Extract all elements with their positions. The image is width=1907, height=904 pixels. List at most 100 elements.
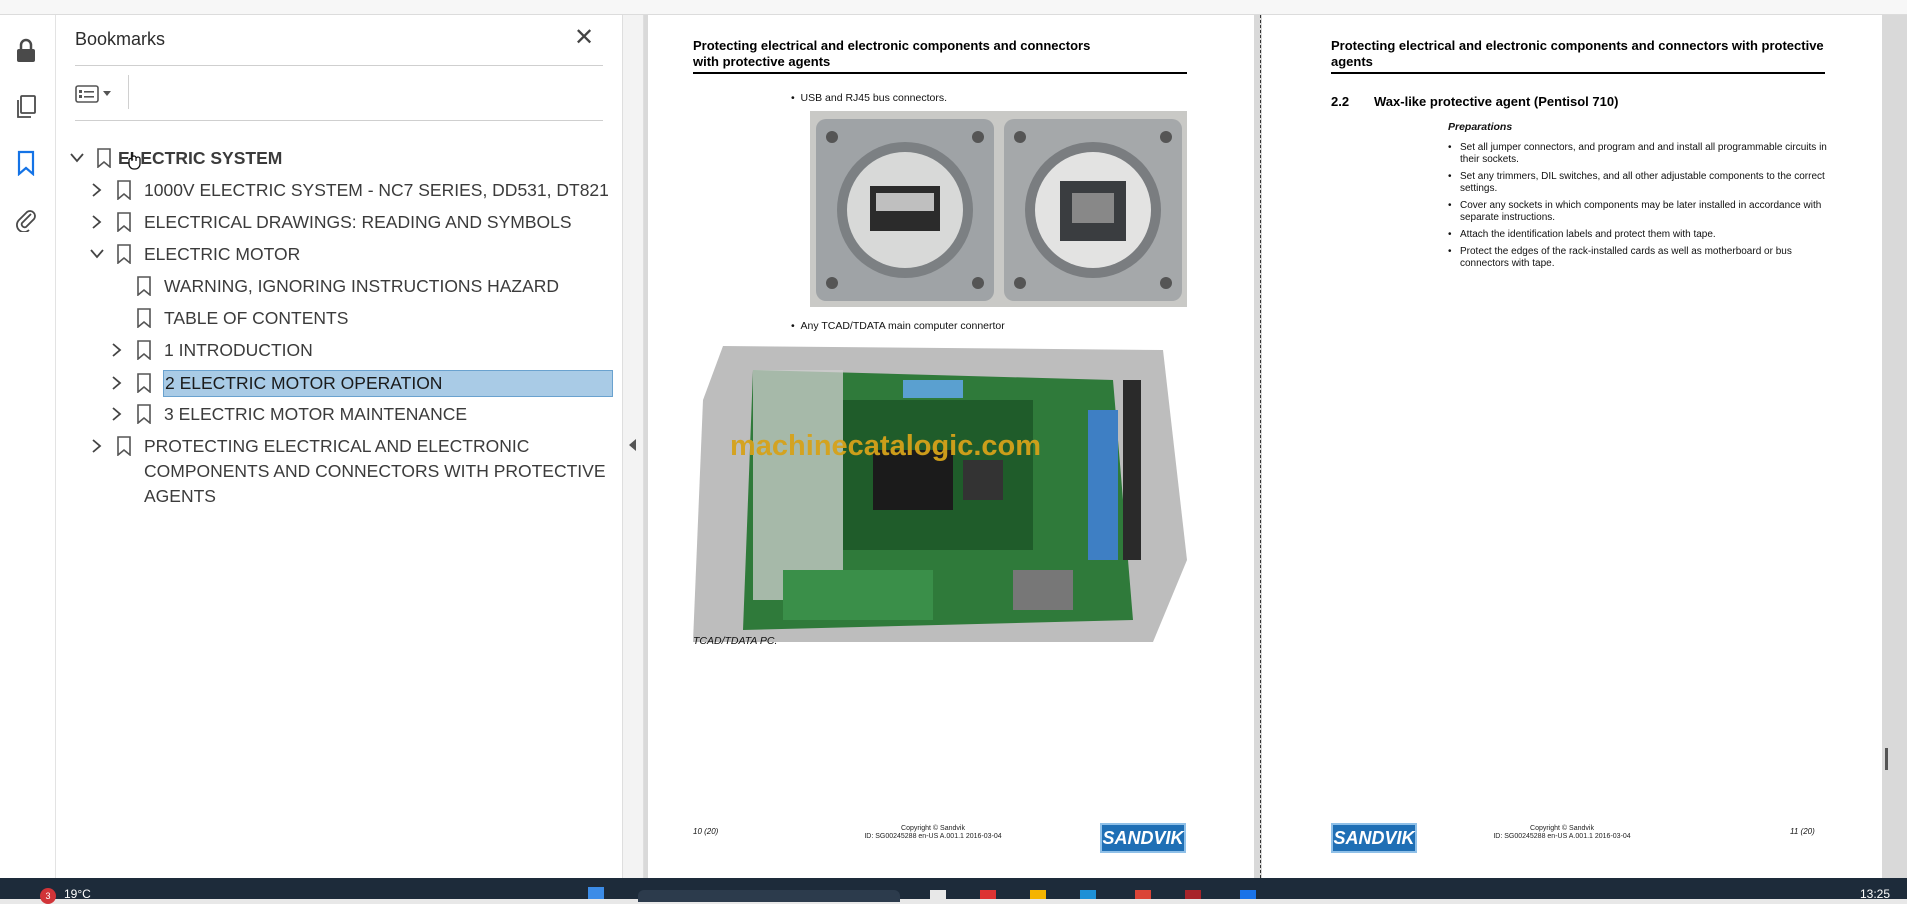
footer-copyright: Copyright © Sandvik ID: SG00245288 en-US…	[1452, 825, 1672, 841]
chevron-right-icon[interactable]	[108, 374, 126, 392]
search-box[interactable]	[638, 890, 900, 902]
chevron-right-icon[interactable]	[88, 213, 106, 231]
app-icon[interactable]	[1135, 890, 1151, 899]
bookmark-item[interactable]: 1 INTRODUCTION	[56, 337, 622, 363]
bookmark-label: 1000V ELECTRIC SYSTEM - NC7 SERIES, DD53…	[144, 180, 609, 200]
footer-copyright: Copyright © Sandvik ID: SG00245288 en-US…	[823, 825, 1043, 841]
bookmark-item[interactable]: TABLE OF CONTENTS	[56, 305, 622, 331]
caret-down-icon	[103, 91, 111, 96]
copyright-text: Copyright © Sandvik	[901, 825, 965, 832]
bookmark-icon	[137, 276, 151, 296]
bookmark-icon	[117, 180, 131, 200]
section-title: Wax-like protective agent (Pentisol 710)	[1374, 94, 1619, 109]
page-number: 11 (20)	[1790, 827, 1815, 836]
page-header: Protecting electrical and electronic com…	[693, 38, 1091, 69]
section-number: 2.2	[1331, 94, 1350, 109]
chevron-down-icon[interactable]	[68, 149, 86, 167]
list-item: Set any trimmers, DIL switches, and all …	[1448, 171, 1830, 195]
header-rule	[1331, 72, 1825, 74]
bookmark-panel-icon[interactable]	[12, 149, 40, 177]
left-tool-rail	[0, 15, 56, 878]
bookmark-label: 1 INTRODUCTION	[164, 340, 313, 360]
app-icon[interactable]	[1185, 890, 1201, 899]
doc-id-text: ID: SG00245288 en-US A.001.1 2016-03-04	[1493, 833, 1631, 840]
notification-badge[interactable]: 3	[40, 888, 56, 904]
bookmark-label: TABLE OF CONTENTS	[164, 308, 349, 328]
list-options-icon	[75, 85, 99, 103]
panel-title: Bookmarks	[75, 29, 166, 49]
chevron-right-icon[interactable]	[108, 341, 126, 359]
bookmark-item[interactable]: ELECTRIC MOTOR	[56, 241, 622, 267]
app-icon[interactable]	[1030, 890, 1046, 899]
sandvik-logo: SANDVIK	[1331, 823, 1417, 853]
bookmarks-panel: Bookmarks ✕ ELECTRIC SYSTEM 1000V ELECTR…	[56, 15, 622, 878]
list-item: Set all jumper connectors, and program a…	[1448, 142, 1830, 166]
bookmark-label: WARNING, IGNORING INSTRUCTIONS HAZARD	[164, 276, 560, 296]
figure-caption: TCAD/TDATA PC.	[693, 635, 778, 647]
lock-icon[interactable]	[12, 37, 40, 65]
bookmark-icon	[137, 404, 151, 424]
page-divider	[1260, 15, 1261, 878]
chevron-right-icon[interactable]	[88, 437, 106, 455]
close-panel-button[interactable]: ✕	[571, 25, 597, 51]
bookmark-label: ELECTRIC MOTOR	[144, 244, 301, 264]
collapse-arrow-icon[interactable]	[629, 439, 636, 451]
connector-photo	[810, 111, 1187, 307]
bookmark-item-selected[interactable]: 2 ELECTRIC MOTOR OPERATION	[56, 369, 622, 397]
list-item: Attach the identification labels and pro…	[1448, 229, 1830, 241]
attachment-icon[interactable]	[12, 205, 40, 233]
preparation-list: Set all jumper connectors, and program a…	[1448, 142, 1830, 275]
bookmark-options-button[interactable]	[75, 79, 123, 109]
divider	[75, 65, 603, 66]
chevron-down-icon[interactable]	[88, 245, 106, 263]
bookmark-item[interactable]: ELECTRICAL DRAWINGS: READING AND SYMBOLS	[56, 209, 622, 235]
page-number: 10 (20)	[693, 827, 719, 836]
bookmark-icon	[117, 244, 131, 264]
bookmark-icon	[97, 148, 111, 168]
pages-icon[interactable]	[12, 93, 40, 121]
hand-cursor-icon	[128, 152, 141, 170]
bookmark-icon	[117, 436, 131, 456]
top-toolbar-strip	[0, 0, 1907, 15]
bookmark-label-line2: COMPONENTS AND CONNECTORS WITH PROTECTIV…	[144, 461, 606, 481]
bookmark-icon	[117, 212, 131, 232]
bullet-usb: • USB and RJ45 bus connectors.	[791, 92, 948, 104]
bookmark-label: ELECTRICAL DRAWINGS: READING AND SYMBOLS	[144, 212, 572, 232]
chevron-right-icon[interactable]	[108, 405, 126, 423]
bookmark-item[interactable]: WARNING, IGNORING INSTRUCTIONS HAZARD	[56, 273, 622, 299]
bookmark-label-line3: AGENTS	[144, 486, 216, 506]
page-left: Protecting electrical and electronic com…	[648, 15, 1254, 878]
app-icon[interactable]	[1080, 890, 1096, 899]
doc-id-text: ID: SG00245288 en-US A.001.1 2016-03-04	[864, 833, 1002, 840]
bookmark-item[interactable]: 3 ELECTRIC MOTOR MAINTENANCE	[56, 401, 622, 427]
bookmark-icon	[137, 373, 151, 393]
bookmark-item[interactable]: 1000V ELECTRIC SYSTEM - NC7 SERIES, DD53…	[56, 177, 622, 203]
bookmark-item[interactable]: PROTECTING ELECTRICAL AND ELECTRONIC COM…	[56, 433, 622, 506]
list-item: Protect the edges of the rack-installed …	[1448, 246, 1830, 270]
scrollbar-thumb[interactable]	[1885, 748, 1888, 770]
subheading: Preparations	[1448, 121, 1513, 133]
board-photo	[693, 340, 1187, 642]
bookmark-icon	[137, 340, 151, 360]
panel-splitter[interactable]	[622, 15, 644, 878]
divider	[75, 120, 603, 121]
taskbar: 3 19°C 13:25	[0, 878, 1907, 904]
page-header: Protecting electrical and electronic com…	[1331, 38, 1824, 69]
bookmark-label: 2 ELECTRIC MOTOR OPERATION	[163, 370, 613, 397]
bullet-tcad: • Any TCAD/TDATA main computer connertor	[791, 320, 1005, 332]
page-right: Protecting electrical and electronic com…	[1262, 15, 1882, 878]
bookmark-label: PROTECTING ELECTRICAL AND ELECTRONIC	[144, 436, 530, 456]
watermark: machinecatalogic.com	[730, 430, 1042, 462]
start-icon[interactable]	[588, 887, 604, 899]
list-item: Cover any sockets in which components ma…	[1448, 200, 1830, 224]
app-icon[interactable]	[1240, 890, 1256, 899]
document-viewer[interactable]: Protecting electrical and electronic com…	[644, 15, 1907, 878]
chevron-right-icon[interactable]	[88, 181, 106, 199]
bookmark-icon	[137, 308, 151, 328]
app-icon[interactable]	[930, 890, 946, 899]
copyright-text: Copyright © Sandvik	[1530, 825, 1594, 832]
divider	[128, 75, 129, 109]
bookmark-item[interactable]: ELECTRIC SYSTEM	[56, 145, 622, 171]
bookmark-label: 3 ELECTRIC MOTOR MAINTENANCE	[164, 404, 468, 424]
app-icon[interactable]	[980, 890, 996, 899]
